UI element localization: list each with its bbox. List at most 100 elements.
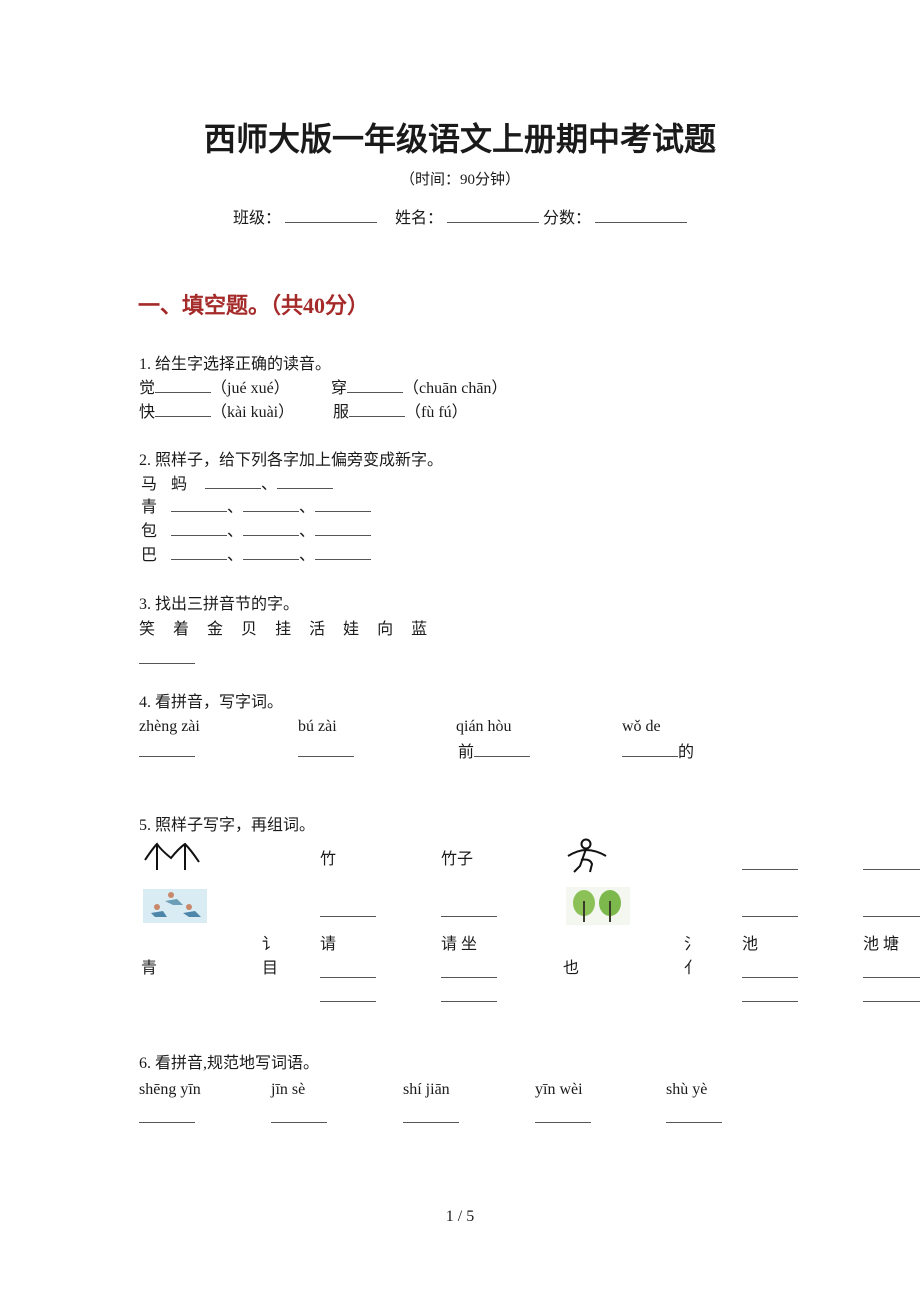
separator: 、 — [227, 523, 244, 540]
q5-base-char: 青 — [141, 960, 158, 977]
q4-prompt: 4. 看拼音，写字词。 — [139, 694, 284, 711]
answer-blank[interactable] — [315, 497, 372, 512]
answer-blank[interactable] — [742, 977, 798, 978]
score-label: 分数： — [543, 210, 592, 227]
q2-row: 包 、 、 — [141, 521, 372, 543]
q6-pinyin: shí jiān — [403, 1081, 450, 1098]
answer-blank[interactable] — [349, 402, 406, 417]
answer-blank[interactable] — [320, 977, 376, 978]
document-title: 西师大版一年级语文上册期中考试题 — [203, 121, 716, 157]
q2-example-char: 蚂 — [171, 476, 188, 493]
q3-char: 着 — [173, 621, 190, 638]
q3-char: 向 — [377, 621, 394, 638]
q5-prompt: 5. 照样子写字，再组词。 — [139, 817, 316, 834]
answer-blank[interactable] — [441, 1001, 497, 1002]
q5-formed-word: 池 塘 — [863, 936, 900, 953]
trees-picture-icon — [566, 887, 630, 925]
answer-blank[interactable] — [863, 869, 920, 870]
answer-blank[interactable] — [666, 1122, 722, 1123]
answer-blank[interactable] — [863, 1001, 920, 1002]
q5-base-char: 也 — [563, 960, 580, 977]
q4-suffix-char: 的 — [678, 744, 695, 761]
q3-char: 挂 — [275, 621, 292, 638]
score-field[interactable] — [595, 208, 688, 223]
q5-formed-char: 请 — [320, 936, 337, 953]
answer-blank[interactable] — [535, 1122, 591, 1123]
answer-blank[interactable] — [243, 521, 300, 536]
answer-blank[interactable] — [863, 916, 920, 917]
q6-pinyin: shù yè — [666, 1081, 708, 1098]
q2-row: 青 、 、 — [141, 497, 372, 519]
q1-options: （jué xué） — [211, 380, 290, 397]
answer-blank[interactable] — [277, 474, 334, 489]
q1-item: 快 （kài kuài） — [139, 402, 294, 424]
answer-blank[interactable] — [243, 497, 300, 512]
answer-blank[interactable] — [171, 521, 228, 536]
q5-radical-person: 亻 — [684, 960, 701, 977]
answer-blank[interactable] — [139, 663, 195, 664]
answer-blank[interactable] — [441, 977, 497, 978]
class-field[interactable] — [284, 208, 377, 223]
q2-row: 巴 、 、 — [141, 545, 372, 567]
answer-blank[interactable] — [320, 916, 376, 917]
q3-char: 笑 — [139, 621, 156, 638]
q1-item: 觉 （jué xué） — [139, 378, 290, 400]
answer-blank[interactable] — [863, 977, 920, 978]
answer-blank[interactable] — [155, 378, 212, 393]
q3-char-list: 笑着金贝挂活娃向蓝 — [139, 619, 427, 641]
q5-example-char: 竹 — [320, 851, 337, 868]
q5-radical-speech: 讠 — [262, 936, 279, 953]
answer-blank[interactable] — [474, 742, 531, 757]
answer-blank[interactable] — [622, 742, 678, 757]
answer-blank[interactable] — [742, 916, 798, 917]
answer-blank[interactable] — [320, 1001, 376, 1002]
q2-base-char: 巴 — [141, 547, 158, 564]
q1-options: （kài kuài） — [211, 404, 295, 421]
answer-blank[interactable] — [742, 869, 798, 870]
answer-blank[interactable] — [205, 474, 262, 489]
person-pictograph-icon — [567, 838, 607, 873]
q2-base-char: 马 — [141, 476, 158, 493]
q2-row: 马 蚂 、 — [141, 474, 334, 496]
q1-char: 服 — [333, 404, 350, 421]
q2-prompt: 2. 照样子，给下列各字加上偏旁变成新字。 — [139, 452, 444, 469]
answer-blank[interactable] — [742, 1001, 798, 1002]
people-running-picture-icon — [143, 889, 207, 923]
q4-answer: 前 — [458, 742, 531, 764]
answer-blank[interactable] — [243, 545, 300, 560]
class-label: 班级： — [232, 210, 281, 227]
name-field[interactable] — [447, 208, 539, 223]
answer-blank[interactable] — [155, 402, 212, 417]
separator: 、 — [261, 476, 278, 493]
name-label: 姓名： — [394, 210, 443, 227]
section-title: 一、填空题。（共40分） — [138, 293, 370, 318]
answer-blank[interactable] — [298, 742, 354, 757]
q4-pinyin: bú zài — [298, 718, 337, 735]
answer-blank[interactable] — [171, 545, 228, 560]
q6-pinyin: yīn wèi — [535, 1081, 583, 1098]
separator: 、 — [299, 547, 316, 564]
answer-blank[interactable] — [139, 1122, 195, 1123]
q5-formed-char: 池 — [742, 936, 759, 953]
answer-blank[interactable] — [139, 742, 195, 757]
q1-char: 快 — [139, 404, 156, 421]
answer-blank[interactable] — [171, 497, 228, 512]
separator: 、 — [299, 523, 316, 540]
answer-blank[interactable] — [315, 545, 372, 560]
q5-radical-water: 氵 — [684, 936, 701, 953]
answer-blank[interactable] — [441, 916, 497, 917]
q6-pinyin: shēng yīn — [139, 1081, 201, 1098]
answer-blank[interactable] — [315, 521, 372, 536]
separator: 、 — [299, 499, 316, 516]
q4-prefix-char: 前 — [458, 744, 475, 761]
q3-prompt: 3. 找出三拼音节的字。 — [139, 596, 300, 613]
q4-answer — [298, 742, 354, 764]
answer-blank[interactable] — [347, 378, 404, 393]
q5-formed-word: 请 坐 — [441, 936, 478, 953]
answer-blank[interactable] — [271, 1122, 327, 1123]
q2-base-char: 包 — [141, 523, 158, 540]
q1-item: 穿 （chuān chān） — [331, 378, 507, 400]
answer-blank[interactable] — [403, 1122, 459, 1123]
q3-char: 金 — [207, 621, 224, 638]
q5-example-word: 竹子 — [441, 851, 474, 868]
